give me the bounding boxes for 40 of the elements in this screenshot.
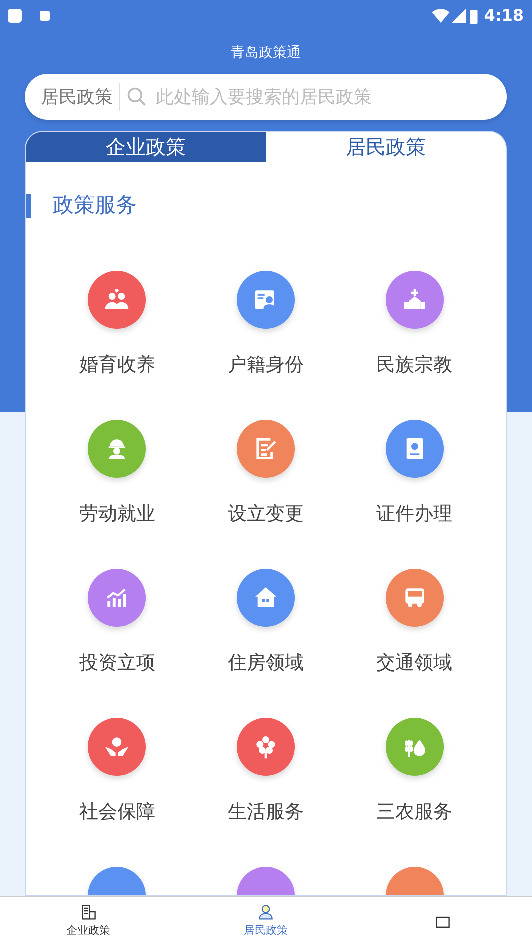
search-icon	[126, 86, 148, 108]
service-label: 交通领域	[376, 650, 453, 676]
service-item[interactable]: 住房领域	[192, 568, 340, 718]
service-item[interactable]: 婚育收养	[43, 270, 192, 420]
service-item[interactable]: 设立变更	[192, 420, 340, 568]
signal-icon	[452, 9, 466, 23]
policy-tab[interactable]: 企业政策	[26, 132, 266, 162]
service-item[interactable]: 交通领域	[340, 568, 489, 718]
app-title: 青岛政策通	[231, 44, 301, 62]
service-label: 户籍身份	[228, 352, 304, 378]
service-label: 投资立项	[79, 650, 156, 676]
section-accent-bar	[26, 194, 31, 218]
service-label: 生活服务	[228, 800, 304, 824]
search-field[interactable]: 居民政策 此处输入要搜索的居民政策	[25, 74, 507, 120]
service-label: 证件办理	[376, 502, 453, 526]
service-label: 三农服务	[376, 800, 453, 824]
service-item[interactable]: 三农服务	[340, 718, 489, 866]
service-item[interactable]: 户籍身份	[192, 270, 340, 420]
person-icon	[256, 903, 275, 922]
section-title: 政策服务	[53, 192, 137, 219]
wifi-icon	[432, 9, 450, 23]
building-icon	[80, 903, 98, 922]
search-input[interactable]: 此处输入要搜索的居民政策	[156, 84, 491, 110]
service-item[interactable]: 劳动就业	[43, 420, 192, 568]
bottom-nav-tab[interactable]: 居民政策	[177, 897, 355, 946]
service-label: 社会保障	[79, 800, 156, 824]
battery-icon	[470, 8, 478, 24]
service-label: 劳动就业	[79, 502, 156, 526]
status-time: 4:18	[484, 5, 524, 27]
bottom-nav-tab[interactable]: 企业政策	[0, 897, 178, 946]
service-item[interactable]: 证件办理	[340, 420, 489, 568]
service-item[interactable]: 民族宗教	[340, 270, 489, 420]
service-label: 设立变更	[228, 502, 304, 526]
search-scope[interactable]: 居民政策	[41, 84, 113, 110]
service-label: 住房领域	[228, 650, 304, 676]
service-item[interactable]: 生活服务	[192, 718, 340, 866]
service-label: 民族宗教	[376, 352, 453, 378]
service-label: 婚育收养	[79, 352, 156, 378]
service-item[interactable]: 社会保障	[43, 718, 192, 866]
service-item[interactable]: 投资立项	[43, 568, 192, 718]
